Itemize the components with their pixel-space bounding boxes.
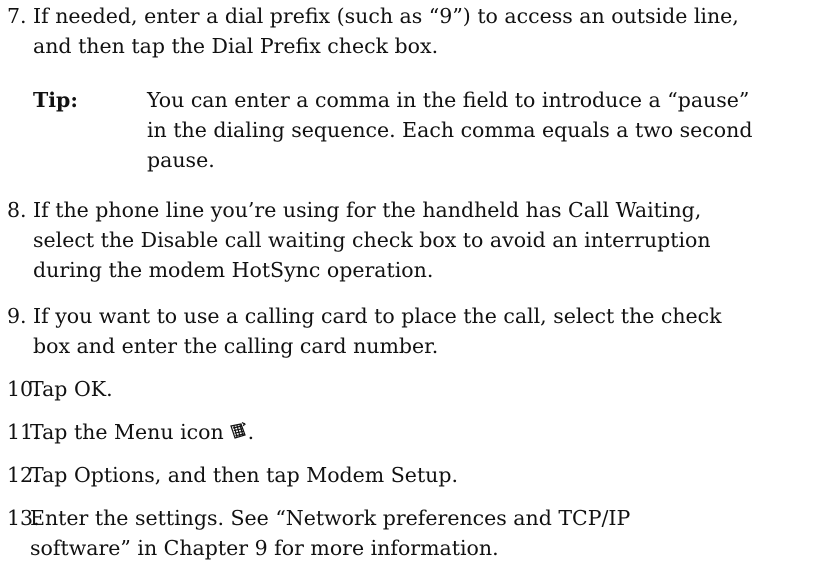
step-number: 7. bbox=[7, 4, 27, 28]
step-text: If you want to use a calling card to pla… bbox=[33, 301, 812, 361]
tip-line: pause. bbox=[147, 148, 215, 172]
step-number: 8. bbox=[7, 198, 27, 222]
tip-line: in the dialing sequence. Each comma equa… bbox=[147, 118, 753, 142]
step-line: Tap Options, and then tap Modem Setup. bbox=[30, 463, 459, 487]
step-line: software” in Chapter 9 for more informat… bbox=[30, 536, 499, 560]
step-line: during the modem HotSync operation. bbox=[33, 258, 434, 282]
step-line: select the Disable call waiting check bo… bbox=[33, 228, 711, 252]
tip-label: Tip: bbox=[33, 88, 78, 112]
step-line: If you want to use a calling card to pla… bbox=[33, 304, 722, 328]
step-text: Tap the Menu icon . bbox=[30, 417, 812, 447]
step-text: Enter the settings. See “Network prefere… bbox=[30, 503, 812, 563]
step-line: Enter the settings. See “Network prefere… bbox=[30, 506, 631, 530]
step-line: Tap the Menu icon bbox=[30, 420, 224, 444]
step-line: and then tap the Dial Prefix check box. bbox=[33, 34, 439, 58]
menu-icon bbox=[229, 421, 246, 439]
step-line: box and enter the calling card number. bbox=[33, 334, 439, 358]
document-page: 7. If needed, enter a dial prefix (such … bbox=[0, 0, 819, 582]
tip-text: You can enter a comma in the field to in… bbox=[147, 85, 813, 175]
step-text: If needed, enter a dial prefix (such as … bbox=[33, 1, 812, 61]
step-line: If needed, enter a dial prefix (such as … bbox=[33, 4, 739, 28]
step-text: Tap Options, and then tap Modem Setup. bbox=[30, 460, 812, 490]
step-text: If the phone line you’re using for the h… bbox=[33, 195, 812, 285]
step-text: Tap OK. bbox=[30, 374, 812, 404]
step-line: Tap OK. bbox=[30, 377, 113, 401]
step-number: 9. bbox=[7, 304, 27, 328]
step-line-end: . bbox=[247, 420, 255, 444]
tip-line: You can enter a comma in the field to in… bbox=[147, 88, 750, 112]
step-line: If the phone line you’re using for the h… bbox=[33, 198, 702, 222]
